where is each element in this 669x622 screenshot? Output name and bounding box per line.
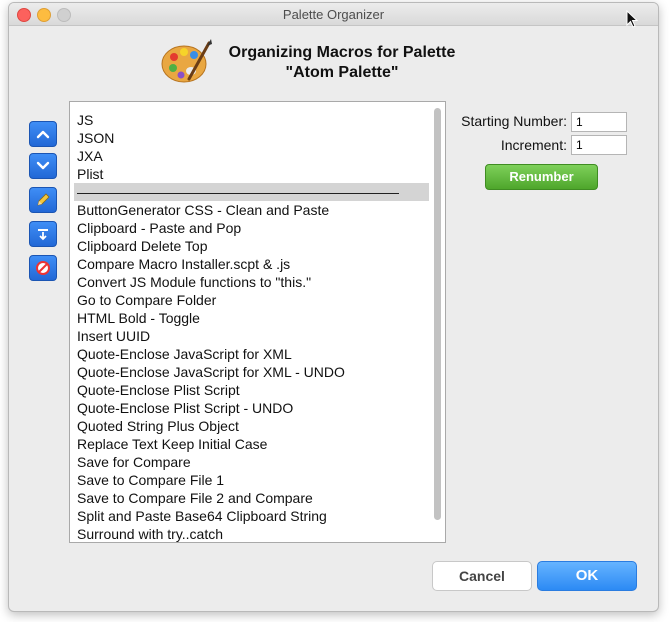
header-title-line1: Organizing Macros for Palette [228, 44, 456, 61]
starting-number-field[interactable] [571, 112, 627, 132]
list-item[interactable]: Clipboard - Paste and Pop [77, 219, 241, 237]
pencil-icon [37, 193, 50, 206]
remove-icon [36, 261, 50, 275]
renumber-button[interactable]: Renumber [485, 164, 598, 190]
increment-label: Increment: [500, 137, 567, 153]
header-title-line2: "Atom Palette" [285, 64, 399, 81]
list-item[interactable]: Save to Compare File 2 and Compare [77, 489, 313, 507]
edit-button[interactable] [29, 187, 57, 213]
list-item[interactable]: Go to Compare Folder [77, 291, 216, 309]
window-title: Palette Organizer [282, 7, 385, 22]
insert-separator-icon [38, 229, 48, 241]
cancel-button[interactable]: Cancel [432, 561, 532, 591]
increment-field[interactable] [571, 135, 627, 155]
palette-organizer-window: Palette Organizer Organizing Macros for … [8, 2, 659, 612]
list-item[interactable]: JXA [77, 147, 103, 165]
starting-number-label: Starting Number: [461, 113, 567, 129]
chevron-up-icon [36, 130, 50, 139]
list-item[interactable]: Split and Paste Base64 Clipboard String [77, 507, 327, 525]
palette-icon [161, 39, 212, 83]
list-item[interactable]: JS [77, 111, 93, 129]
list-item[interactable]: HTML Bold - Toggle [77, 309, 200, 327]
ok-button[interactable]: OK [537, 561, 637, 591]
list-item[interactable]: Replace Text Keep Initial Case [77, 435, 267, 453]
page-title: Organizing Macros for Palette "Atom Pale… [217, 43, 467, 83]
list-item[interactable]: Convert JS Module functions to "this." [77, 273, 311, 291]
chevron-down-icon [36, 161, 50, 170]
macro-list[interactable]: JS JSON JXA Plist ——————————————————————— But… [69, 101, 446, 543]
list-scrollbar[interactable] [434, 108, 441, 520]
mouse-pointer-icon [626, 10, 638, 28]
list-item[interactable]: Quote-Enclose Plist Script [77, 381, 240, 399]
list-item[interactable]: Quoted String Plus Object [77, 417, 239, 435]
list-item[interactable]: Quote-Enclose JavaScript for XML - UNDO [77, 363, 345, 381]
insert-separator-button[interactable] [29, 221, 57, 247]
list-item[interactable]: Quote-Enclose JavaScript for XML [77, 345, 292, 363]
move-down-button[interactable] [29, 153, 57, 179]
remove-button[interactable] [29, 255, 57, 281]
list-item[interactable]: Save for Compare [77, 453, 191, 471]
list-item[interactable]: Compare Macro Installer.scpt & .js [77, 255, 290, 273]
list-item[interactable]: ButtonGenerator CSS - Clean and Paste [77, 201, 329, 219]
list-item-selected[interactable]: ——————————————————————— [74, 183, 429, 201]
list-item[interactable]: Quote-Enclose Plist Script - UNDO [77, 399, 293, 417]
move-up-button[interactable] [29, 121, 57, 147]
list-item[interactable]: Save to Compare File 1 [77, 471, 224, 489]
list-item[interactable]: Surround with try..catch [77, 525, 223, 542]
list-item[interactable]: Clipboard Delete Top [77, 237, 208, 255]
list-item[interactable]: Insert UUID [77, 327, 150, 345]
list-item[interactable]: Plist [77, 165, 103, 183]
title-bar: Palette Organizer [9, 3, 658, 26]
list-item[interactable]: JSON [77, 129, 114, 147]
